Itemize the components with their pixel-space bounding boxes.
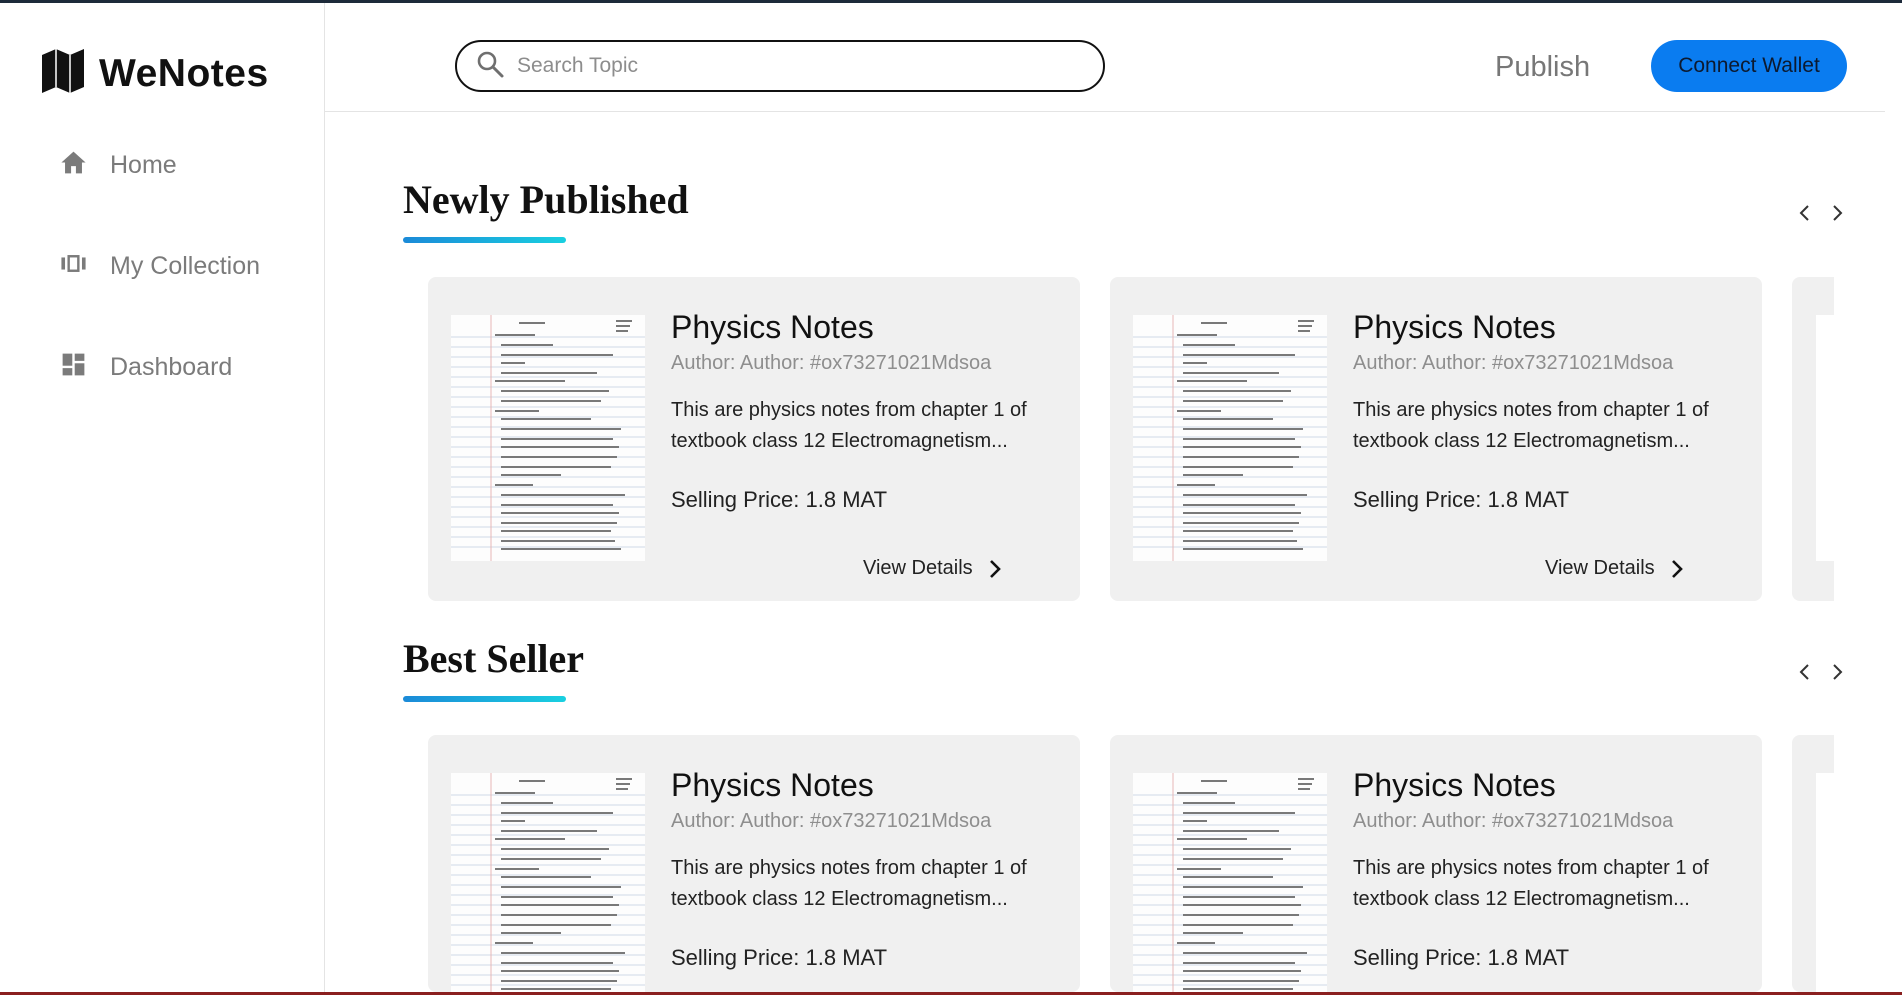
section-title-newly-published: Newly Published: [403, 177, 689, 222]
top-header: Publish Connect Wallet: [325, 3, 1885, 112]
view-details-button[interactable]: View Details: [863, 557, 1005, 580]
sidebar-item-label: Home: [110, 150, 177, 179]
dashboard-icon: [59, 350, 88, 384]
chevron-right-icon: [989, 559, 1001, 578]
sidebar: WeNotes Home My Collection Dashboard: [0, 3, 325, 992]
sidebar-item-label: Dashboard: [110, 352, 233, 381]
note-thumbnail: [1132, 772, 1328, 992]
card-author: Author: Author: #ox73271021Mdsoa: [1353, 352, 1674, 374]
card-author: Author: Author: #ox73271021Mdsoa: [671, 810, 992, 832]
card-price: Selling Price: 1.8 MAT: [671, 487, 888, 512]
note-card[interactable]: Physics Notes Author: Author: #ox7327102…: [428, 735, 1080, 992]
connect-wallet-button[interactable]: Connect Wallet: [1651, 40, 1847, 92]
card-description: This are physics notes from chapter 1 of…: [671, 857, 1027, 910]
note-card[interactable]: Physics Notes Author: Author: #ox7327102…: [1110, 735, 1762, 992]
card-title: Physics Notes: [1353, 767, 1556, 803]
chevron-right-icon[interactable]: [1826, 202, 1848, 224]
sidebar-item-label: My Collection: [110, 251, 261, 280]
sidebar-item-my-collection[interactable]: My Collection: [59, 249, 260, 283]
chevron-left-icon[interactable]: [1794, 202, 1816, 224]
note-thumbnail: [1132, 314, 1328, 562]
view-details-label: View Details: [1545, 557, 1655, 579]
book-icon: [42, 49, 84, 98]
card-price: Selling Price: 1.8 MAT: [671, 945, 888, 970]
chevron-right-icon: [1671, 559, 1683, 578]
chevron-left-icon[interactable]: [1794, 661, 1816, 683]
note-thumbnail: [1816, 773, 1834, 992]
search-input[interactable]: [517, 54, 1077, 78]
chevron-right-icon[interactable]: [1826, 661, 1848, 683]
view-details-button[interactable]: View Details: [1545, 557, 1687, 580]
section-underline: [403, 237, 566, 243]
collection-icon: [59, 249, 88, 283]
note-card-partial[interactable]: [1792, 277, 1834, 601]
card-price: Selling Price: 1.8 MAT: [1353, 945, 1570, 970]
card-description: This are physics notes from chapter 1 of…: [671, 399, 1027, 452]
card-description: This are physics notes from chapter 1 of…: [1353, 399, 1709, 452]
publish-link[interactable]: Publish: [1495, 51, 1590, 84]
logo[interactable]: WeNotes: [42, 49, 269, 98]
note-thumbnail: [450, 314, 646, 562]
card-author: Author: Author: #ox73271021Mdsoa: [1353, 810, 1674, 832]
note-card-partial[interactable]: [1792, 735, 1834, 992]
card-description: This are physics notes from chapter 1 of…: [1353, 857, 1709, 910]
card-title: Physics Notes: [671, 309, 874, 345]
note-card[interactable]: Physics Notes Author: Author: #ox7327102…: [428, 277, 1080, 601]
card-title: Physics Notes: [1353, 309, 1556, 345]
note-thumbnail: [450, 772, 646, 992]
section-underline: [403, 696, 566, 702]
card-title: Physics Notes: [671, 767, 874, 803]
card-price: Selling Price: 1.8 MAT: [1353, 487, 1570, 512]
search-icon: [475, 49, 505, 84]
note-thumbnail: [1816, 315, 1834, 561]
search-bar[interactable]: [455, 40, 1105, 92]
sidebar-item-dashboard[interactable]: Dashboard: [59, 350, 232, 384]
home-icon: [59, 148, 88, 182]
note-card[interactable]: Physics Notes Author: Author: #ox7327102…: [1110, 277, 1762, 601]
card-author: Author: Author: #ox73271021Mdsoa: [671, 352, 992, 374]
sidebar-item-home[interactable]: Home: [59, 148, 177, 182]
app-name: WeNotes: [99, 51, 269, 95]
view-details-label: View Details: [863, 557, 973, 579]
section-title-best-seller: Best Seller: [403, 636, 585, 681]
